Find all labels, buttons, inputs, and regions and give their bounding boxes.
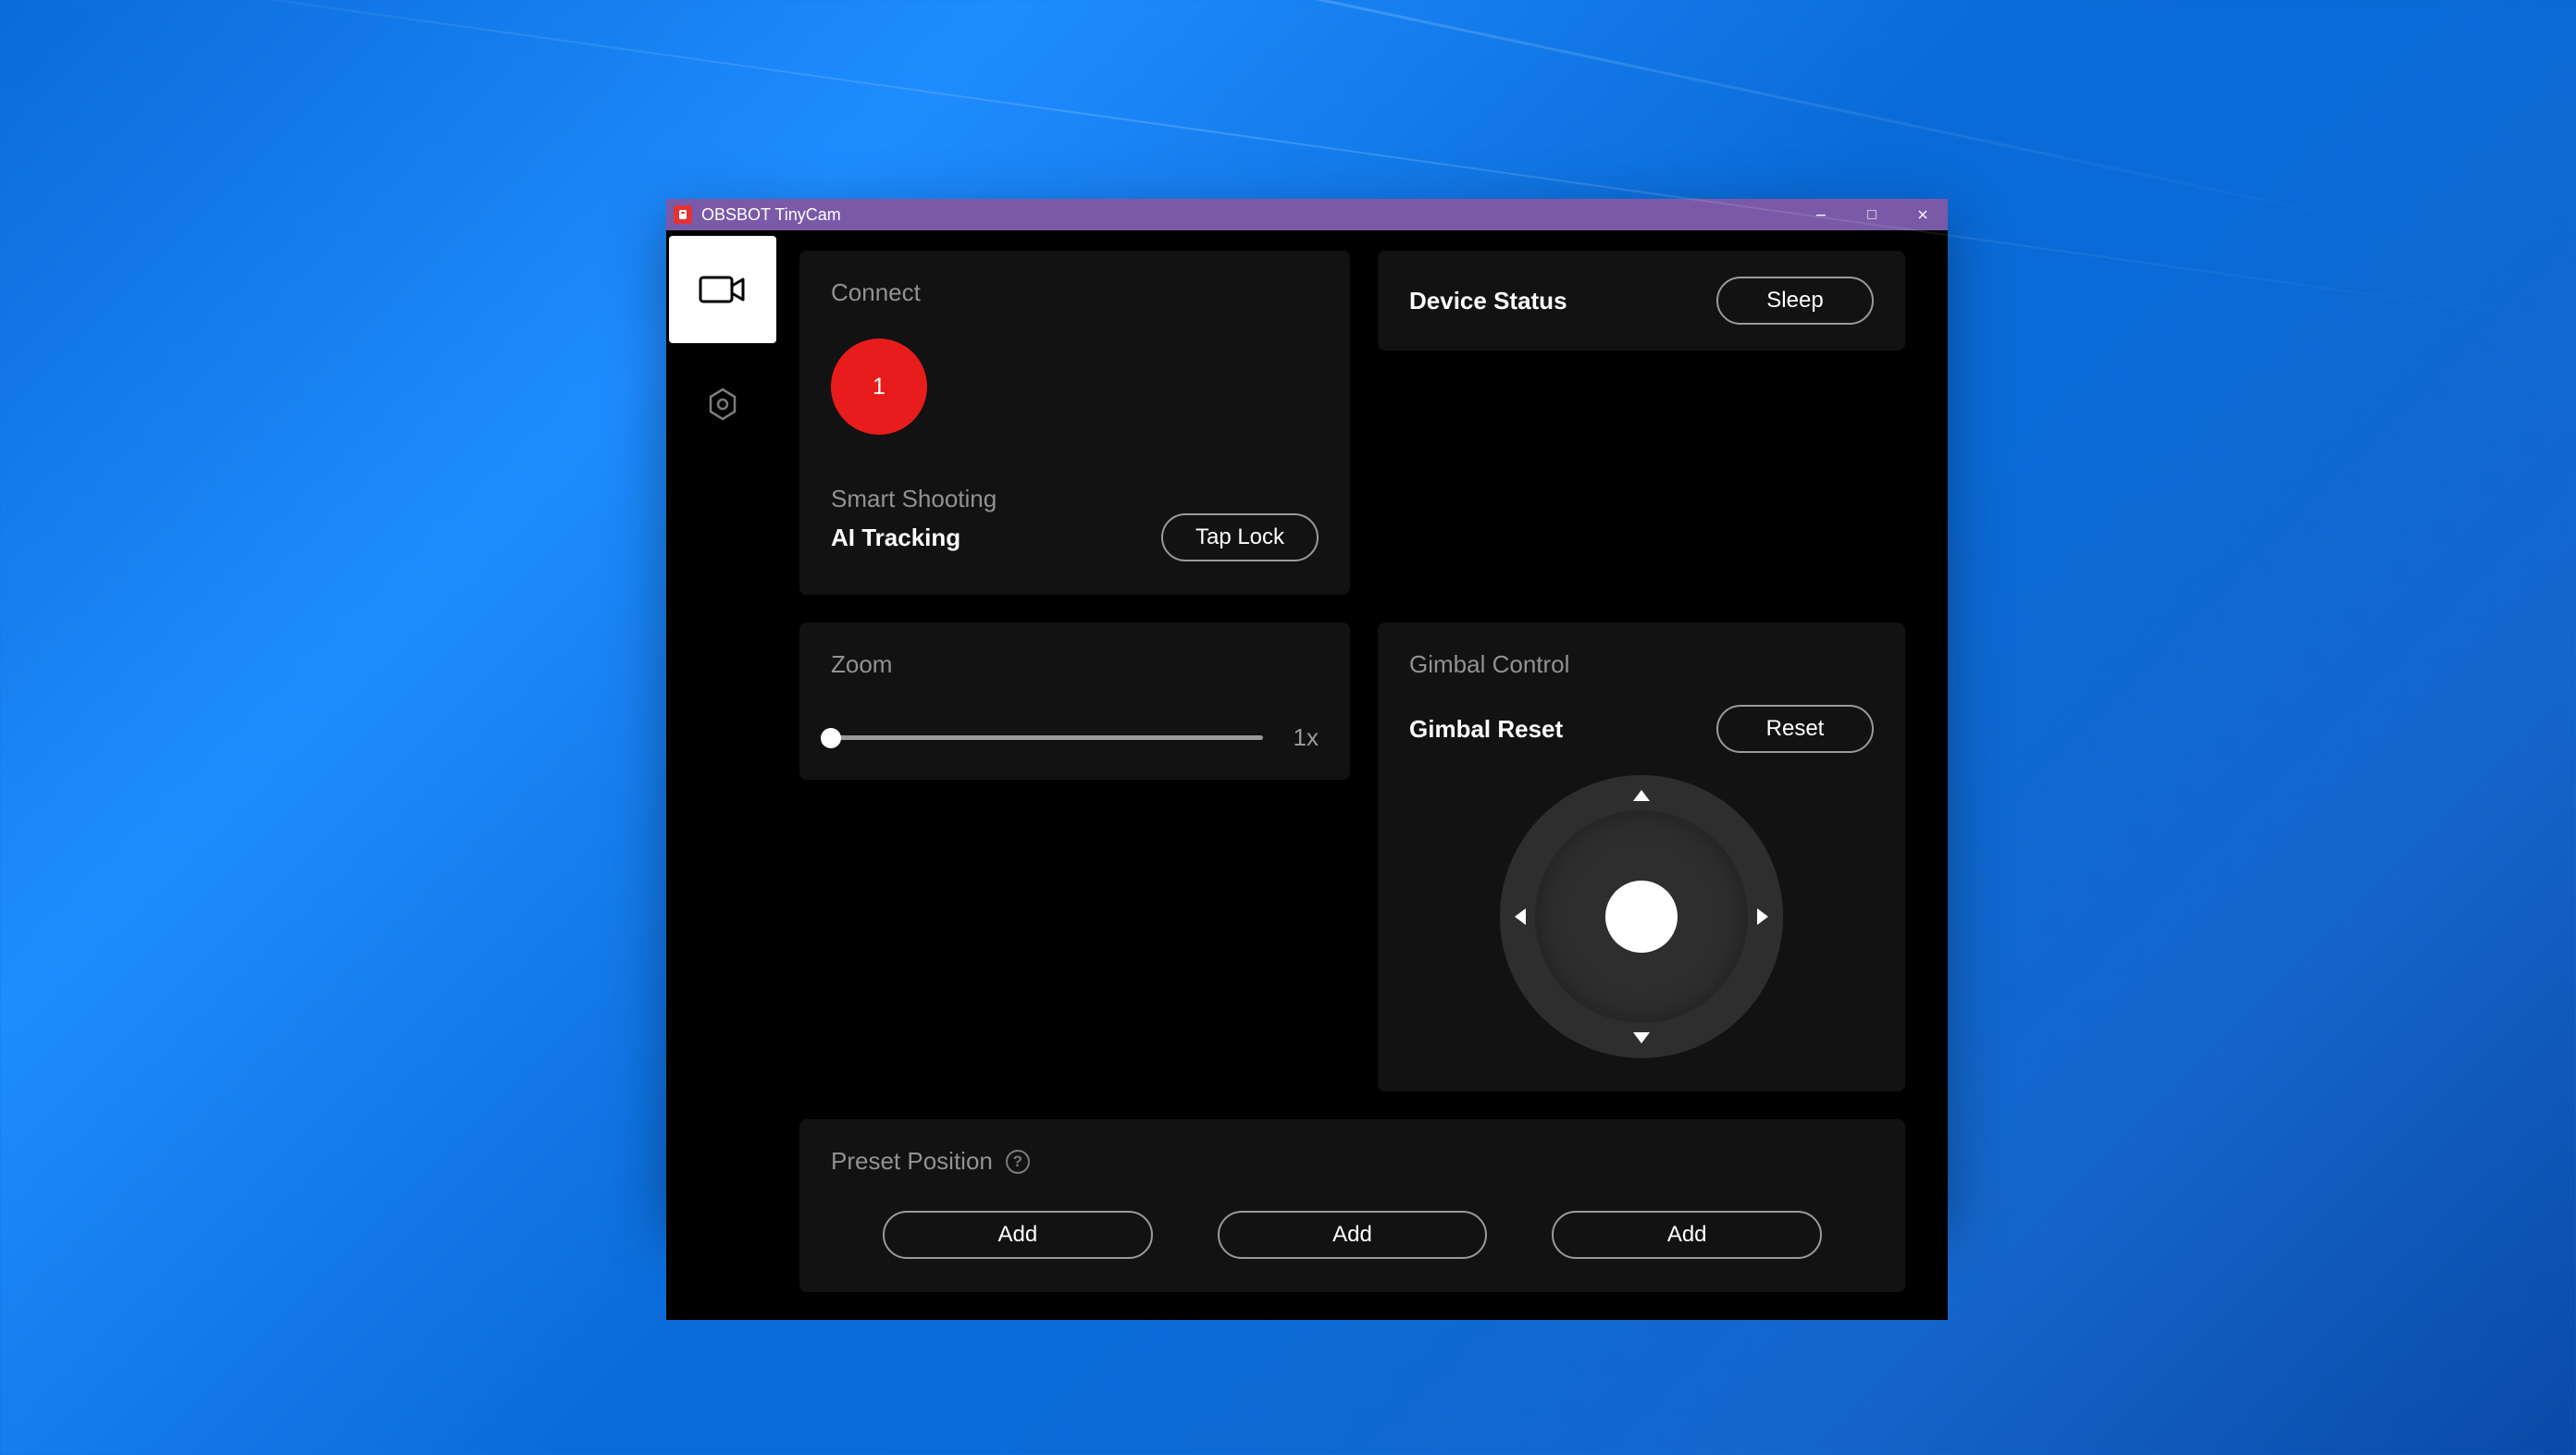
gimbal-right-button[interactable]	[1757, 908, 1768, 925]
device-status-panel: Device Status Sleep	[1378, 251, 1905, 351]
tap-lock-button[interactable]: Tap Lock	[1161, 513, 1319, 561]
connect-heading: Connect	[831, 278, 1319, 307]
gimbal-joystick	[1500, 775, 1783, 1058]
preset-panel: Preset Position ? Add Add Add	[799, 1119, 1905, 1292]
zoom-value: 1x	[1282, 723, 1319, 752]
gimbal-heading: Gimbal Control	[1409, 650, 1874, 679]
camera-tab[interactable]	[669, 236, 776, 343]
maximize-button[interactable]	[1846, 199, 1897, 230]
device-badge-1[interactable]: 1	[831, 339, 927, 435]
preset-add-button-3[interactable]: Add	[1552, 1211, 1822, 1259]
window-title: OBSBOT TinyCam	[701, 205, 841, 225]
close-button[interactable]	[1897, 199, 1948, 230]
preset-heading: Preset Position	[831, 1147, 993, 1176]
smart-shooting-heading: Smart Shooting	[831, 485, 1319, 513]
connect-panel: Connect 1 Smart Shooting AI Tracking Tap…	[799, 251, 1350, 595]
sidebar	[666, 230, 779, 1320]
help-icon[interactable]: ?	[1006, 1150, 1030, 1174]
app-window: OBSBOT TinyCam	[666, 199, 1948, 1217]
settings-tab[interactable]	[669, 351, 776, 458]
zoom-slider-thumb[interactable]	[821, 728, 841, 748]
gimbal-reset-label: Gimbal Reset	[1409, 715, 1563, 744]
preset-add-button-2[interactable]: Add	[1218, 1211, 1488, 1259]
zoom-heading: Zoom	[831, 650, 1319, 679]
preset-add-button-1[interactable]: Add	[883, 1211, 1153, 1259]
gimbal-panel: Gimbal Control Gimbal Reset Reset	[1378, 623, 1905, 1091]
zoom-panel: Zoom 1x	[799, 623, 1350, 780]
gimbal-up-button[interactable]	[1633, 790, 1650, 801]
gimbal-left-button[interactable]	[1515, 908, 1526, 925]
ai-tracking-label: AI Tracking	[831, 524, 960, 552]
app-icon	[674, 205, 692, 224]
gimbal-reset-button[interactable]: Reset	[1716, 705, 1874, 753]
gimbal-down-button[interactable]	[1633, 1032, 1650, 1043]
zoom-slider[interactable]	[831, 735, 1263, 740]
titlebar[interactable]: OBSBOT TinyCam	[666, 199, 1948, 230]
gimbal-center-button[interactable]	[1605, 881, 1678, 953]
minimize-button[interactable]	[1795, 199, 1846, 230]
sleep-button[interactable]: Sleep	[1716, 277, 1874, 325]
device-status-label: Device Status	[1409, 287, 1567, 315]
